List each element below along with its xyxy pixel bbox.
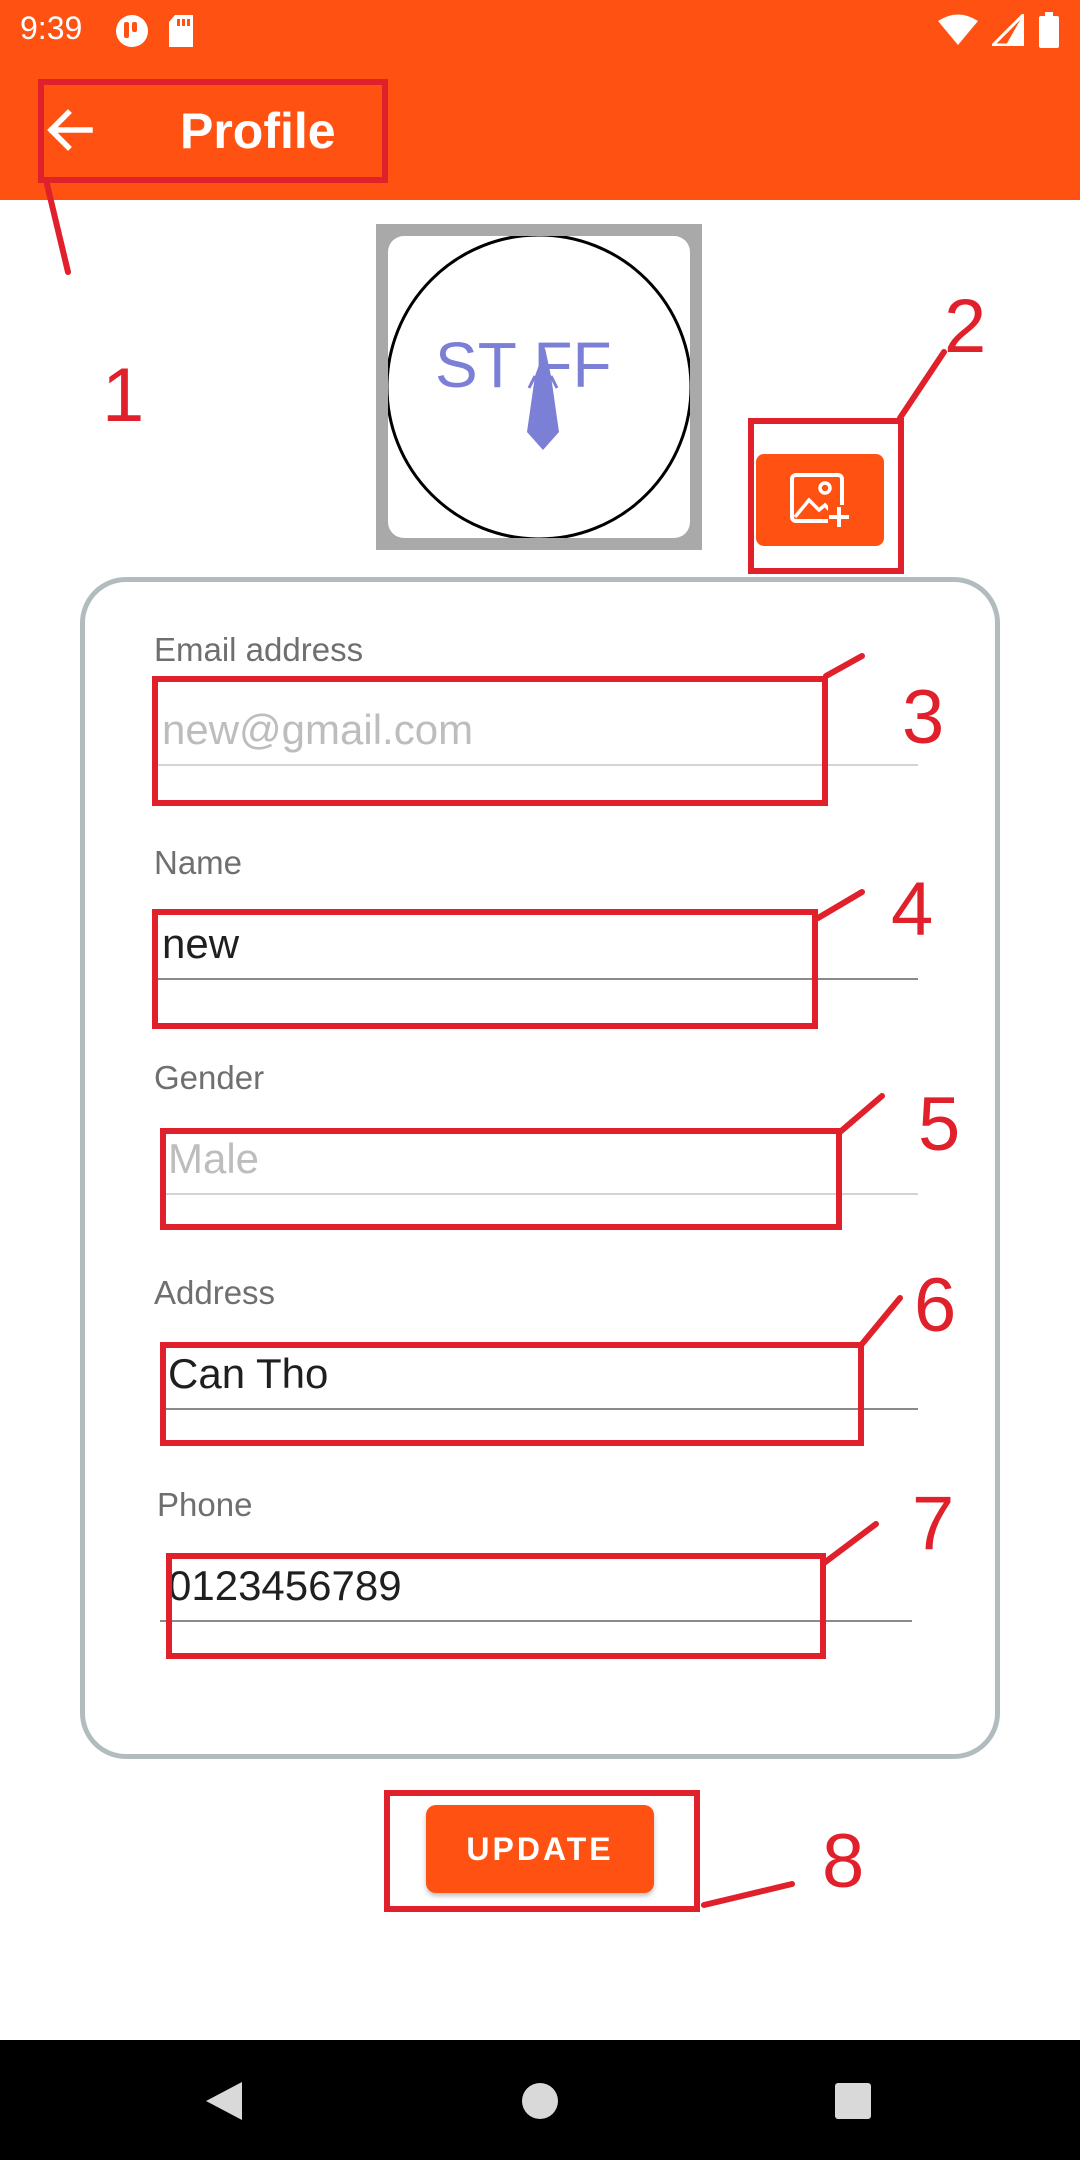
battery-icon bbox=[1039, 12, 1059, 48]
address-label: Address bbox=[154, 1274, 276, 1311]
annotation-box-2 bbox=[748, 418, 904, 574]
annotation-number-2: 2 bbox=[944, 284, 987, 369]
logo-text: ST FF bbox=[435, 329, 612, 401]
nav-back-icon[interactable] bbox=[204, 2080, 244, 2122]
nav-home-icon[interactable] bbox=[520, 2081, 560, 2121]
staff-logo-image: ST FF bbox=[388, 236, 690, 538]
name-label: Name bbox=[154, 844, 243, 881]
status-time: 9:39 bbox=[20, 10, 83, 46]
annotation-box-6 bbox=[160, 1342, 864, 1446]
nav-recents-icon[interactable] bbox=[834, 2082, 872, 2120]
annotation-box-5 bbox=[160, 1128, 842, 1230]
email-label: Email address bbox=[154, 631, 364, 668]
annotation-number-8: 8 bbox=[822, 1819, 865, 1904]
annotation-number-7: 7 bbox=[912, 1481, 955, 1566]
cellular-signal-icon bbox=[992, 14, 1024, 46]
annotation-box-7 bbox=[166, 1553, 826, 1659]
annotation-number-3: 3 bbox=[902, 675, 945, 760]
profile-avatar[interactable]: ST FF bbox=[376, 224, 702, 550]
status-bar: 9:39 bbox=[0, 0, 1080, 60]
annotation-box-4 bbox=[152, 909, 818, 1029]
annotation-number-6: 6 bbox=[914, 1263, 957, 1348]
annotation-number-4: 4 bbox=[891, 867, 934, 952]
system-nav-bar bbox=[0, 2040, 1080, 2160]
sd-card-icon bbox=[169, 15, 193, 47]
gender-label: Gender bbox=[154, 1059, 265, 1096]
wifi-icon bbox=[938, 14, 978, 45]
phone-label: Phone bbox=[157, 1486, 253, 1523]
annotation-box-1 bbox=[38, 79, 388, 183]
annotation-box-8 bbox=[384, 1790, 700, 1912]
annotation-number-5: 5 bbox=[918, 1082, 961, 1167]
app-notification-icon bbox=[116, 15, 148, 47]
annotation-box-3 bbox=[152, 676, 828, 806]
annotation-number-1: 1 bbox=[102, 353, 145, 438]
